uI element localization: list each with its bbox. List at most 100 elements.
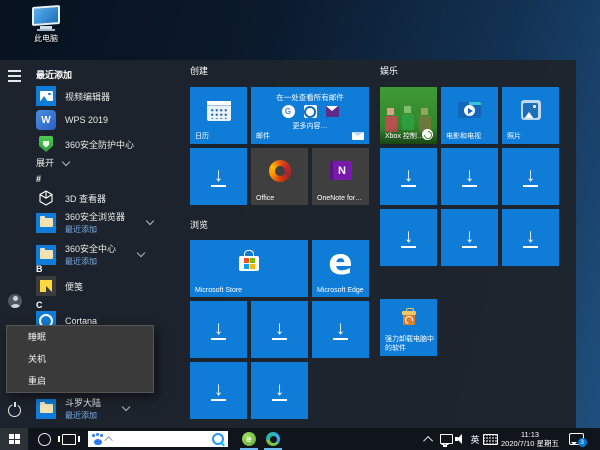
tile-download-pending[interactable]: ↓ <box>380 209 437 266</box>
edge-logo-icon: e <box>312 242 369 283</box>
tile-xbox[interactable]: Xbox 控制… <box>380 87 437 144</box>
this-pc-label: 此电脑 <box>24 33 68 44</box>
tile-office[interactable]: Office <box>251 148 308 205</box>
notification-bubble-icon: 3 <box>569 433 584 445</box>
tray-touch-keyboard-button[interactable] <box>482 428 498 450</box>
app-row-sticky-notes[interactable]: 便笺 <box>36 276 178 296</box>
outlook-icon <box>304 105 317 118</box>
tile-movies-tv[interactable]: 电影和电视 <box>441 87 498 144</box>
section-letter: # <box>36 174 41 184</box>
app-row-360-browser-folder[interactable]: 360安全浏览器 最近添加 <box>36 210 178 235</box>
power-button[interactable] <box>8 404 24 420</box>
tile-download-pending[interactable]: ↓ <box>251 301 308 358</box>
menu-item-restart[interactable]: 重启 <box>7 370 153 392</box>
tray-show-hidden-icons[interactable] <box>422 428 436 450</box>
photos-icon <box>521 100 541 120</box>
download-arrow-icon: ↓ <box>380 209 437 266</box>
tile-download-pending[interactable]: ↓ <box>441 148 498 205</box>
chevron-down-icon <box>146 217 154 225</box>
action-center-button[interactable]: 3 <box>566 428 586 450</box>
cortana-circle-icon <box>38 433 51 446</box>
tile-download-pending[interactable]: ↓ <box>312 301 369 358</box>
onenote-logo-icon: N <box>330 161 352 180</box>
download-arrow-icon: ↓ <box>502 148 559 205</box>
tile-download-pending[interactable]: ↓ <box>380 148 437 205</box>
group-header-browse: 浏览 <box>190 218 208 231</box>
taskbar-360-browser-button[interactable]: e <box>240 428 258 450</box>
tile-microsoft-store[interactable]: Microsoft Store <box>190 240 308 297</box>
app-row-douluo-folder[interactable]: 斗罗大陆 最近添加 <box>36 396 178 421</box>
windows-logo-icon <box>9 434 20 444</box>
chevron-down-icon <box>122 403 130 411</box>
tile-mail[interactable]: 在一处查看所有邮件 G 更多内容… 邮件 <box>251 87 369 144</box>
tile-calendar[interactable]: 日历 <box>190 87 247 144</box>
download-arrow-icon: ↓ <box>251 362 308 419</box>
task-view-icon <box>62 434 76 445</box>
download-arrow-icon: ↓ <box>251 301 308 358</box>
tile-download-pending[interactable]: ↓ <box>502 148 559 205</box>
app-row-3d-viewer[interactable]: 3D 查看器 <box>36 188 178 208</box>
tile-download-pending[interactable]: ↓ <box>251 362 308 419</box>
user-avatar-icon <box>8 294 22 308</box>
cortana-button[interactable] <box>36 428 52 450</box>
baidu-search-box[interactable] <box>88 431 228 447</box>
download-arrow-icon: ↓ <box>441 148 498 205</box>
app-row-video-editor[interactable]: 视频编辑器 <box>36 86 178 106</box>
search-magnifier-icon[interactable] <box>212 433 224 445</box>
tile-force-uninstaller[interactable]: 强力卸载电脑中 的软件 <box>380 299 437 356</box>
envelope-icon <box>352 132 364 140</box>
tray-clock[interactable]: 11:13 2020/7/10 星期五 <box>498 428 562 450</box>
folder-icon <box>36 399 56 419</box>
app-row-360-security-center-folder[interactable]: 360安全中心 最近添加 <box>36 242 178 267</box>
menu-item-shutdown[interactable]: 关机 <box>7 348 153 370</box>
tray-ime-button[interactable]: 英 <box>468 428 482 450</box>
video-editor-icon <box>36 86 56 106</box>
tile-onenote[interactable]: N OneNote for… <box>312 148 369 205</box>
notification-badge: 3 <box>578 438 587 447</box>
tray-volume-button[interactable] <box>454 428 468 450</box>
download-arrow-icon: ↓ <box>380 148 437 205</box>
download-arrow-icon: ↓ <box>312 301 369 358</box>
expand-button[interactable]: 展开 <box>36 156 178 169</box>
calendar-icon <box>207 101 231 121</box>
this-pc-icon <box>24 6 68 31</box>
tile-download-pending[interactable]: ↓ <box>502 209 559 266</box>
group-header-entertainment: 娱乐 <box>380 64 398 77</box>
movies-tv-icon <box>458 102 481 118</box>
office-logo-icon <box>269 160 291 182</box>
cube-icon <box>36 188 56 208</box>
power-icon <box>8 404 21 417</box>
app-row-360-security-guard[interactable]: 360安全防护中心 <box>36 134 178 154</box>
task-view-button[interactable] <box>60 428 78 450</box>
tile-microsoft-edge[interactable]: e Microsoft Edge <box>312 240 369 297</box>
section-letter: B <box>36 264 43 274</box>
taskbar-360-safety-button[interactable] <box>264 428 282 450</box>
keyboard-icon <box>483 434 498 445</box>
section-letter: C <box>36 300 43 310</box>
clock-time: 11:13 <box>521 430 539 439</box>
ime-indicator: 英 <box>470 433 479 446</box>
uninstaller-bin-icon <box>400 309 418 325</box>
taskbar: e 英 11:13 2020/7/10 星期五 3 <box>0 428 600 450</box>
chevron-down-icon <box>62 157 70 165</box>
app-row-wps-2019[interactable]: W WPS 2019 <box>36 110 178 130</box>
download-arrow-icon: ↓ <box>190 362 247 419</box>
hamburger-menu-button[interactable] <box>8 70 24 86</box>
recent-added-header: 最近添加 <box>36 68 72 81</box>
tile-download-pending[interactable]: ↓ <box>441 209 498 266</box>
tile-download-pending[interactable]: ↓ <box>190 148 247 205</box>
folder-icon <box>36 245 56 265</box>
purple-mail-icon <box>326 106 339 117</box>
start-button[interactable] <box>0 428 28 450</box>
tile-download-pending[interactable]: ↓ <box>190 362 247 419</box>
user-account-button[interactable] <box>8 294 24 310</box>
menu-item-sleep[interactable]: 睡眠 <box>7 326 153 348</box>
tray-network-button[interactable] <box>438 428 454 450</box>
tile-download-pending[interactable]: ↓ <box>190 301 247 358</box>
browser-360-icon: e <box>242 432 256 446</box>
wps-icon: W <box>36 110 56 130</box>
network-icon <box>440 434 453 444</box>
this-pc-desktop-icon[interactable]: 此电脑 <box>24 6 68 44</box>
chevron-up-icon <box>423 435 433 445</box>
tile-photos[interactable]: 照片 <box>502 87 559 144</box>
